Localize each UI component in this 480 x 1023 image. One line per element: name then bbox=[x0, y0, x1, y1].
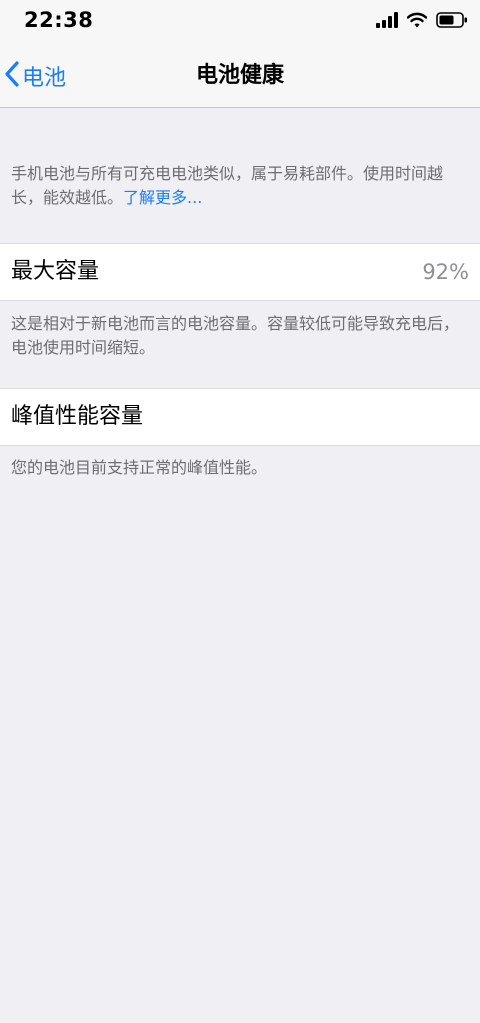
peak-performance-cell: 峰值性能容量 bbox=[0, 388, 480, 446]
page-title: 电池健康 bbox=[195, 63, 284, 88]
navigation-bar: 电池 电池健康 bbox=[0, 44, 480, 108]
max-capacity-cell: 最大容量 92% bbox=[0, 243, 480, 301]
battery-icon bbox=[436, 12, 468, 32]
wifi-icon bbox=[406, 12, 428, 32]
learn-more-link[interactable]: 了解更多... bbox=[123, 188, 202, 207]
peak-performance-label: 峰值性能容量 bbox=[11, 404, 144, 429]
cellular-signal-icon bbox=[376, 12, 398, 32]
max-capacity-footer: 这是相对于新电池而言的电池容量。容量较低可能导致充电后，电池使用时间缩短。 bbox=[11, 314, 460, 357]
status-icons bbox=[376, 12, 468, 32]
battery-intro: 手机电池与所有可充电电池类似，属于易耗部件。使用时间越长，能效越低。了解更多..… bbox=[11, 162, 471, 210]
peak-performance-footer: 您的电池目前支持正常的峰值性能。 bbox=[11, 458, 268, 477]
status-time: 22:38 bbox=[24, 8, 94, 32]
battery-intro-text: 手机电池与所有可充电电池类似，属于易耗部件。使用时间越长，能效越低。 bbox=[11, 164, 444, 207]
max-capacity-label: 最大容量 bbox=[11, 259, 100, 284]
status-bar: 22:38 bbox=[0, 0, 480, 44]
max-capacity-value: 92% bbox=[422, 260, 469, 284]
